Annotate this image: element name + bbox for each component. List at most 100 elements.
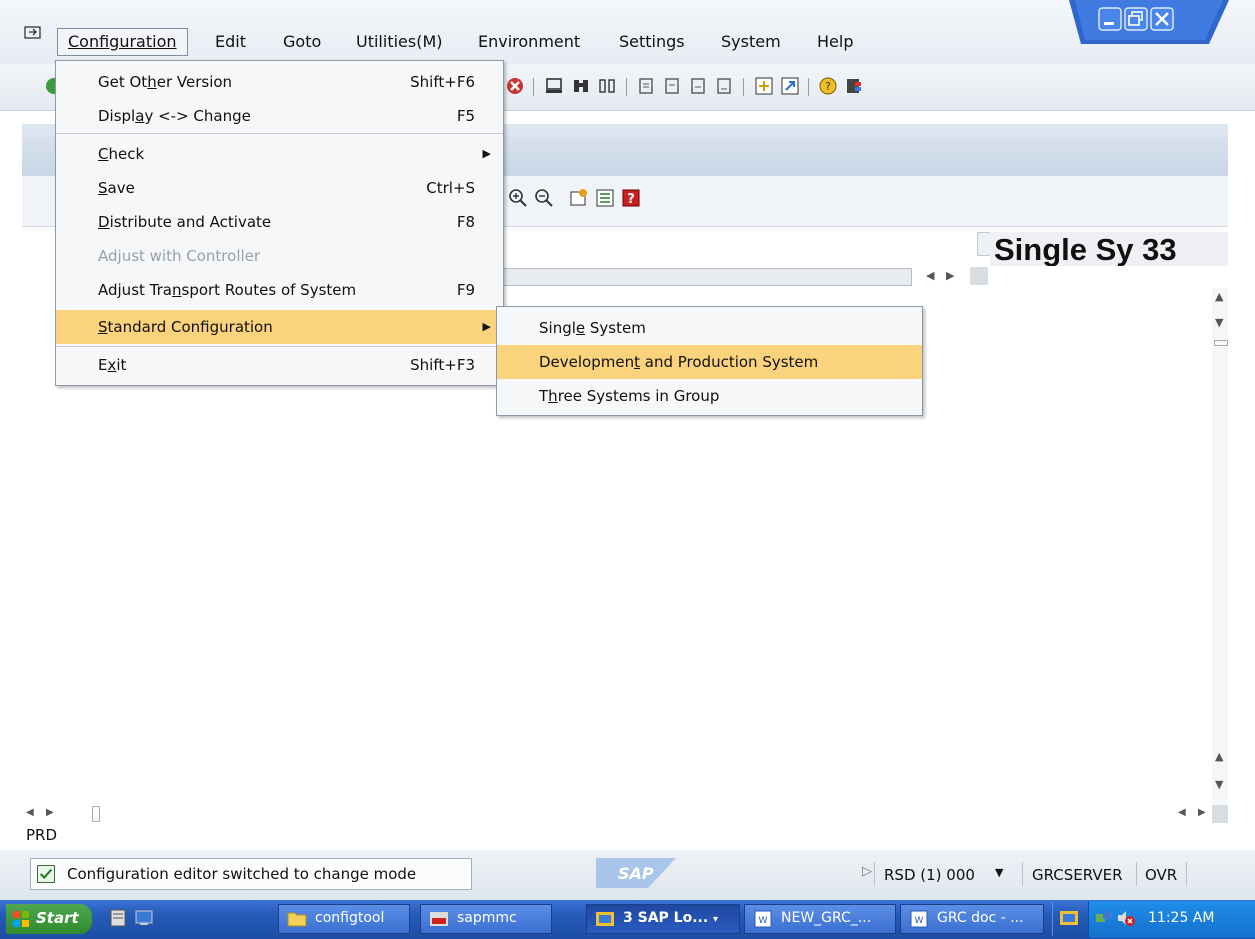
submenu-item-single-system[interactable]: Single System bbox=[497, 311, 922, 345]
submenu-item-dev-prod-system[interactable]: Development and Production System bbox=[497, 345, 922, 379]
zoom-in-icon[interactable] bbox=[508, 188, 528, 208]
menu-item-get-other-version[interactable]: Get Other Version Shift+F6 bbox=[56, 65, 503, 99]
status-message-text: Configuration editor switched to change … bbox=[67, 865, 417, 883]
sap-logon-icon bbox=[596, 912, 614, 926]
menu-utilities[interactable]: Utilities(M) bbox=[356, 32, 443, 51]
toolbar-separator bbox=[626, 78, 627, 96]
menu-goto[interactable]: Goto bbox=[283, 32, 321, 51]
find-icon[interactable] bbox=[571, 76, 591, 96]
insert-mode[interactable]: OVR bbox=[1145, 866, 1177, 884]
menu-environment[interactable]: Environment bbox=[478, 32, 580, 51]
toolbar-separator bbox=[743, 78, 744, 96]
minimize-icon[interactable] bbox=[1098, 7, 1122, 31]
horizontal-scrollbar[interactable] bbox=[502, 268, 912, 286]
restore-icon[interactable] bbox=[1124, 7, 1148, 31]
submenu-item-three-systems[interactable]: Three Systems in Group bbox=[497, 379, 922, 413]
first-page-icon[interactable] bbox=[636, 76, 656, 96]
start-label: Start bbox=[36, 909, 79, 927]
scroll-right-icon[interactable]: ▶ bbox=[1198, 807, 1206, 818]
svg-text:W: W bbox=[915, 916, 924, 926]
window-controls bbox=[1069, 0, 1229, 44]
scroll-thumb[interactable] bbox=[1214, 340, 1228, 346]
server-name: GRCSERVER bbox=[1032, 866, 1123, 884]
status-divider bbox=[1022, 862, 1023, 886]
taskbar-button-grc-doc[interactable]: W GRC doc - ... bbox=[900, 904, 1044, 934]
scroll-up-icon[interactable]: ▲ bbox=[1215, 290, 1223, 303]
previous-page-icon[interactable] bbox=[662, 76, 682, 96]
vertical-scrollbar[interactable]: ▲ ▼ ▲ ▼ bbox=[1212, 288, 1228, 808]
scroll-right-icon[interactable]: ▶ bbox=[946, 269, 954, 282]
scroll-down-icon[interactable]: ▼ bbox=[1215, 778, 1223, 791]
menu-item-adjust-controller: Adjust with Controller bbox=[98, 247, 261, 265]
scroll-left-icon[interactable]: ◀ bbox=[926, 269, 934, 282]
sapmmc-icon bbox=[430, 912, 448, 926]
toolbar-separator bbox=[533, 78, 534, 96]
svg-text:W: W bbox=[759, 916, 768, 926]
configuration-menu: Get Other Version Shift+F6 Display <-> C… bbox=[55, 60, 504, 386]
taskbar-button-sapmmc[interactable]: sapmmc bbox=[420, 904, 552, 934]
show-desktop-icon[interactable] bbox=[134, 908, 154, 928]
sap-tray-icon[interactable] bbox=[1058, 908, 1080, 928]
layout-icon[interactable] bbox=[569, 188, 589, 208]
server-manager-icon[interactable] bbox=[108, 908, 128, 928]
last-page-icon[interactable] bbox=[714, 76, 734, 96]
find-next-icon[interactable] bbox=[597, 76, 617, 96]
status-divider bbox=[1136, 862, 1137, 886]
menu-separator bbox=[56, 133, 503, 134]
menu-edit[interactable]: Edit bbox=[215, 32, 246, 51]
sap-logo: SAP bbox=[596, 858, 676, 888]
scroll-down-icon[interactable]: ▼ bbox=[1215, 316, 1223, 329]
help-icon[interactable]: ? bbox=[818, 76, 838, 96]
menu-item-check[interactable]: Check ▶ bbox=[56, 137, 503, 171]
taskbar-button-sap-logon[interactable]: 3 SAP Lo... ▾ bbox=[586, 904, 740, 934]
svg-text:?: ? bbox=[825, 80, 831, 93]
menu-item-distribute-activate[interactable]: Distribute and Activate F8 bbox=[56, 205, 503, 239]
scroll-left-icon[interactable]: ◀ bbox=[1178, 807, 1186, 818]
word-document-icon: W bbox=[754, 910, 772, 928]
scroll-up-icon[interactable]: ▲ bbox=[1215, 750, 1223, 763]
taskbar-button-new-grc[interactable]: W NEW_GRC_... bbox=[744, 904, 896, 934]
menu-item-adjust-transport-routes[interactable]: Adjust Transport Routes of System F9 bbox=[56, 273, 503, 307]
scroll-thumb[interactable] bbox=[92, 806, 100, 822]
close-icon[interactable] bbox=[1150, 7, 1174, 31]
zoom-out-icon[interactable] bbox=[534, 188, 554, 208]
menu-separator bbox=[56, 346, 503, 347]
print-icon[interactable] bbox=[544, 76, 564, 96]
status-divider bbox=[874, 862, 875, 886]
menu-configuration[interactable]: Configuration bbox=[57, 28, 188, 56]
shortcut-icon[interactable] bbox=[780, 76, 800, 96]
menu-item-display-change[interactable]: Display <-> Change F5 bbox=[56, 99, 503, 133]
start-button[interactable]: Start bbox=[6, 904, 92, 934]
next-page-icon[interactable] bbox=[688, 76, 708, 96]
menu-item-standard-configuration[interactable]: Standard Configuration ▶ bbox=[56, 310, 503, 344]
menu-system[interactable]: System bbox=[721, 32, 781, 51]
scroll-left-icon[interactable]: ◀ bbox=[26, 807, 34, 818]
system-info[interactable]: RSD (1) 000 bbox=[884, 866, 975, 884]
bottom-scrollbar[interactable]: ◀ ▶ ◀ ▶ bbox=[22, 805, 1228, 823]
cancel-icon[interactable] bbox=[505, 76, 525, 96]
network-icon[interactable] bbox=[1094, 908, 1114, 928]
volume-muted-icon[interactable] bbox=[1116, 908, 1136, 928]
side-panel-header: Single Sy 33 bbox=[990, 232, 1228, 266]
system-menu-icon[interactable] bbox=[24, 26, 41, 41]
menu-item-save[interactable]: Save Ctrl+S bbox=[56, 171, 503, 205]
standard-configuration-submenu: Single System Development and Production… bbox=[496, 306, 923, 416]
status-expand-icon[interactable]: ▷ bbox=[862, 864, 872, 879]
taskbar-button-configtool[interactable]: configtool bbox=[278, 904, 410, 934]
menu-settings[interactable]: Settings bbox=[619, 32, 685, 51]
menu-bar: Configuration Edit Goto Utilities(M) Env… bbox=[0, 0, 1255, 64]
customize-layout-icon[interactable] bbox=[844, 76, 864, 96]
status-message[interactable]: Configuration editor switched to change … bbox=[30, 858, 472, 890]
word-document-icon: W bbox=[910, 910, 928, 928]
info-icon[interactable]: ? bbox=[621, 188, 641, 208]
scroll-corner bbox=[970, 267, 988, 285]
create-session-icon[interactable] bbox=[754, 76, 774, 96]
list-icon[interactable] bbox=[595, 188, 615, 208]
scroll-corner bbox=[1212, 805, 1228, 823]
svg-text:?: ? bbox=[627, 192, 635, 207]
menu-help[interactable]: Help bbox=[817, 32, 853, 51]
menu-item-exit[interactable]: Exit Shift+F3 bbox=[56, 348, 503, 382]
scroll-right-icon[interactable]: ▶ bbox=[46, 807, 54, 818]
system-label: PRD bbox=[26, 826, 58, 844]
chevron-down-icon[interactable]: ▼ bbox=[995, 866, 1003, 879]
